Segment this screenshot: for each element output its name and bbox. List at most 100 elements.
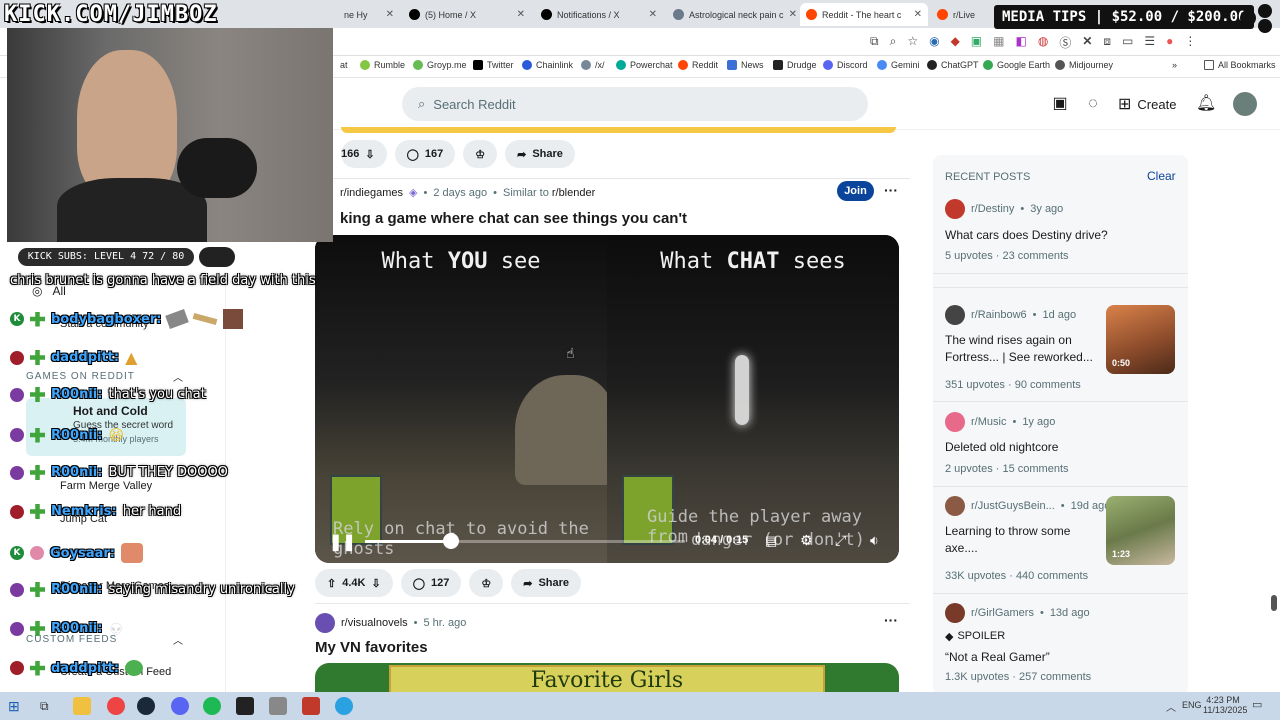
extension-icon[interactable]: ◧ <box>1015 34 1026 51</box>
close-icon[interactable]: ✕ <box>649 9 657 20</box>
puzzle-icon[interactable]: ⧈ <box>1103 34 1111 51</box>
bookmark[interactable]: Discord <box>823 60 868 70</box>
profile-icon[interactable]: ● <box>1166 34 1173 51</box>
subreddit-avatar[interactable] <box>315 613 335 633</box>
tab-5[interactable]: r/Live <box>931 3 991 26</box>
clock[interactable]: 4:23 PM 11/13/2025 <box>1203 695 1247 715</box>
recent-post-subreddit[interactable]: r/JustGuysBein... • 19d ago <box>945 496 1110 516</box>
bookmark[interactable]: Twitter <box>473 60 514 70</box>
recent-post-title[interactable]: “Not a Real Gamer” <box>945 649 1175 666</box>
bookmark[interactable]: Reddit <box>678 60 718 70</box>
tab-0[interactable]: ne Hy ✕ <box>338 3 400 26</box>
post-image[interactable]: Favorite Girls <box>315 663 899 692</box>
bookmark[interactable]: Midjourney <box>1055 60 1113 70</box>
bell-icon[interactable]: 🔔︎ <box>1196 94 1216 114</box>
app-icon[interactable] <box>302 697 320 715</box>
star-icon[interactable]: ☆ <box>907 34 918 51</box>
zoom-icon[interactable]: ⌕ <box>890 34 897 51</box>
bookmark[interactable]: at <box>340 60 348 70</box>
notification-icon[interactable]: ▭ <box>1252 698 1262 711</box>
ads-icon[interactable]: ▣ <box>1050 94 1070 114</box>
recent-post-title[interactable]: Learning to throw some axe.... <box>945 523 1095 557</box>
share-button[interactable]: ➦ Share <box>505 140 575 168</box>
subreddit-link[interactable]: r/visualnovels <box>341 617 408 629</box>
recent-post-thumbnail[interactable]: 0:50 <box>1106 305 1175 374</box>
bookmark[interactable]: Groyp.me <box>413 60 467 70</box>
app-icon[interactable] <box>269 697 287 715</box>
all-bookmarks[interactable]: All Bookmarks <box>1204 60 1276 70</box>
video-player[interactable]: What YOU see Rely on chat to avoid the g… <box>315 235 899 563</box>
close-icon[interactable]: ✕ <box>386 9 394 20</box>
bookmark[interactable]: Drudge <box>773 60 817 70</box>
chevron-up-icon[interactable]: ︿ <box>1166 699 1176 714</box>
recent-post-title[interactable]: The wind rises again on Fortress... | Se… <box>945 332 1095 366</box>
windows-start-icon[interactable]: ⊞ <box>8 697 26 715</box>
video-progress-bar[interactable] <box>365 540 685 543</box>
chat-icon[interactable]: ◌ <box>1083 94 1103 114</box>
volume-icon[interactable]: 🔉︎ <box>870 532 879 549</box>
tab-1[interactable]: (5) Home / X ✕ <box>403 3 531 26</box>
bookmark[interactable]: Chainlink <box>522 60 573 70</box>
search-input[interactable]: ⌕ Search Reddit <box>402 87 868 121</box>
bookmark[interactable]: Google Earth <box>983 60 1050 70</box>
comments-button[interactable]: ◯ 127 <box>400 569 462 597</box>
scrollbar-thumb[interactable] <box>1271 595 1277 611</box>
award-button[interactable]: ♔ <box>469 569 504 597</box>
game-farm-merge[interactable]: Farm Merge Valley <box>60 480 152 492</box>
subreddit-link[interactable]: r/indiegames <box>340 187 403 199</box>
tab-4[interactable]: Reddit - The heart c ✕ <box>800 3 928 26</box>
extension-icon[interactable]: ◆ <box>951 34 960 51</box>
task-view-icon[interactable]: ⧉ <box>40 697 58 715</box>
tab-3[interactable]: Astrological neck pain c ✕ <box>667 3 797 26</box>
spotify-icon[interactable] <box>203 697 221 715</box>
chevron-right-icon[interactable]: » <box>1172 60 1177 70</box>
steam-icon[interactable] <box>137 697 155 715</box>
more-options-icon[interactable]: ··· <box>884 182 898 198</box>
post-title[interactable]: king a game where chat can see things yo… <box>340 210 687 227</box>
share-button[interactable]: ➦ Share <box>511 569 582 597</box>
post-title[interactable]: My VN favorites <box>315 639 428 656</box>
games-heading[interactable]: GAMES ON REDDIT <box>26 371 135 382</box>
chevron-up-icon[interactable]: ︿ <box>173 369 183 384</box>
menu-icon[interactable]: ⋮ <box>1184 34 1196 51</box>
downvote-icon[interactable]: ⇩ <box>365 148 374 161</box>
telegram-icon[interactable] <box>335 697 353 715</box>
bookmark[interactable]: Rumble <box>360 60 405 70</box>
recent-post-title[interactable]: What cars does Destiny drive? <box>945 227 1175 244</box>
recent-post-title[interactable]: Deleted old nightcore <box>945 439 1175 456</box>
language-indicator[interactable]: ENG <box>1182 700 1202 710</box>
extension-icon[interactable]: ▦ <box>993 34 1004 51</box>
chevron-up-icon[interactable]: ︿ <box>173 632 183 647</box>
recent-post-subreddit[interactable]: r/Destiny • 3y ago <box>945 199 1063 219</box>
x-icon[interactable]: ✕ <box>1082 34 1092 51</box>
downvote-icon[interactable]: ⇩ <box>371 577 380 590</box>
bookmark[interactable]: ChatGPT <box>927 60 979 70</box>
file-explorer-icon[interactable] <box>73 697 91 715</box>
close-icon[interactable]: ✕ <box>789 9 797 20</box>
comments-button[interactable]: ◯ 167 <box>394 140 456 168</box>
terminal-icon[interactable] <box>236 697 254 715</box>
pause-icon[interactable]: ❚❚ <box>329 532 356 552</box>
recent-post-subreddit[interactable]: r/Music • 1y ago <box>945 412 1055 432</box>
create-button[interactable]: ⊞ Create <box>1118 94 1176 114</box>
recent-post-thumbnail[interactable]: 1:23 <box>1106 496 1175 565</box>
bookmark[interactable]: /x/ <box>581 60 605 70</box>
chrome-icon[interactable] <box>107 697 125 715</box>
close-icon[interactable]: ✕ <box>914 9 922 20</box>
extension-icon[interactable]: ◉ <box>929 34 939 51</box>
similar-subreddit-link[interactable]: r/blender <box>552 187 595 199</box>
bookmark[interactable]: Powerchat <box>616 60 673 70</box>
extension-icon[interactable]: Ⓢ <box>1059 34 1071 51</box>
bookmark[interactable]: Gemini <box>877 60 920 70</box>
close-icon[interactable]: ✕ <box>517 9 525 20</box>
recent-post-subreddit[interactable]: r/Rainbow6 • 1d ago <box>945 305 1076 325</box>
avatar[interactable] <box>1233 92 1257 116</box>
sidepanel-icon[interactable]: ▭ <box>1122 34 1133 51</box>
tab-2[interactable]: Notifications / X ✕ <box>535 3 663 26</box>
clear-button[interactable]: Clear <box>1147 169 1176 183</box>
recent-post-subreddit[interactable]: r/GirlGamers • 13d ago <box>945 603 1090 623</box>
fullscreen-icon[interactable]: ⤢ <box>835 532 846 549</box>
bookmark[interactable]: News <box>727 60 764 70</box>
join-button[interactable]: Join <box>837 181 874 201</box>
install-icon[interactable]: ⧉ <box>870 34 879 51</box>
